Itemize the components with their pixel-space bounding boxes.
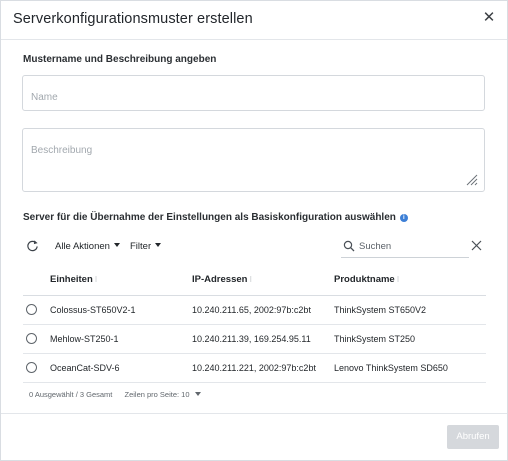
dialog-title: Serverkonfigurationsmuster erstellen bbox=[13, 11, 253, 27]
apply-button[interactable]: Abrufen bbox=[447, 425, 499, 449]
create-pattern-dialog: Serverkonfigurationsmuster erstellen ✕ M… bbox=[0, 0, 508, 461]
search-input[interactable] bbox=[359, 238, 464, 254]
device-name-cell: Mehlow-ST250-1 bbox=[50, 333, 119, 344]
all-actions-menu[interactable]: Alle Aktionen bbox=[55, 241, 120, 252]
device-name-cell: OceanCat-SDV-6 bbox=[50, 362, 120, 373]
column-header-devices[interactable]: Einheiten ⁝ bbox=[50, 265, 192, 295]
row-select-radio[interactable] bbox=[26, 362, 37, 374]
chevron-down-icon bbox=[155, 243, 162, 247]
ip-address-cell: 10.240.211.221, 2002:97b:c2bt bbox=[192, 362, 316, 373]
description-field[interactable]: Beschreibung bbox=[22, 128, 485, 192]
ip-address-cell: 10.240.211.39, 169.254.95.11 bbox=[192, 333, 311, 344]
table-row[interactable]: OceanCat-SDV-6 10.240.211.221, 2002:97b:… bbox=[23, 353, 486, 382]
info-icon[interactable]: i bbox=[399, 214, 408, 222]
pattern-section-heading: Mustername und Beschreibung angeben bbox=[23, 54, 217, 65]
server-table: Einheiten ⁝ IP-Adressen ⁝ Produktname ⁝ Col… bbox=[23, 265, 486, 383]
dialog-footer-divider bbox=[1, 413, 507, 414]
filter-label: Filter bbox=[130, 241, 152, 252]
chevron-down-icon bbox=[113, 243, 120, 247]
description-placeholder: Beschreibung bbox=[31, 145, 93, 156]
search-box bbox=[341, 236, 469, 258]
refresh-icon[interactable] bbox=[26, 239, 39, 252]
all-actions-label: Alle Aktionen bbox=[55, 241, 110, 252]
filter-menu[interactable]: Filter bbox=[130, 241, 162, 252]
close-icon[interactable]: ✕ bbox=[481, 10, 497, 26]
table-footer: 0 Ausgewählt / 3 Gesamt Zeilen pro Seite… bbox=[29, 390, 201, 399]
product-name-cell: Lenovo ThinkSystem SD650 bbox=[334, 362, 448, 373]
column-header-ip[interactable]: IP-Adressen ⁝ bbox=[192, 265, 334, 295]
rows-per-page-select[interactable]: Zeilen pro Seite: 10 bbox=[124, 390, 201, 399]
product-name-cell: ThinkSystem ST250 bbox=[334, 333, 416, 344]
server-section-heading: Server für die Übernahme der Einstellung… bbox=[23, 212, 408, 223]
column-header-product[interactable]: Produktname ⁝ bbox=[334, 265, 486, 295]
dialog-header: Serverkonfigurationsmuster erstellen ✕ bbox=[1, 1, 507, 40]
row-select-radio[interactable] bbox=[26, 333, 37, 345]
select-column-header bbox=[23, 265, 50, 295]
selection-status: 0 Ausgewählt / 3 Gesamt bbox=[29, 390, 113, 399]
device-name-cell: Colossus-ST650V2-1 bbox=[50, 304, 136, 315]
ip-address-cell: 10.240.211.65, 2002:97b:c2bt bbox=[192, 304, 311, 315]
sort-icon: ⁝ bbox=[94, 275, 98, 285]
name-placeholder: Name bbox=[31, 92, 58, 103]
row-select-radio[interactable] bbox=[26, 304, 37, 316]
clear-icon[interactable] bbox=[471, 240, 482, 251]
table-toolbar: Alle Aktionen Filter bbox=[23, 236, 487, 258]
product-name-cell: ThinkSystem ST650V2 bbox=[334, 304, 427, 315]
sort-icon: ⁝ bbox=[396, 275, 400, 285]
sort-icon: ⁝ bbox=[249, 275, 252, 285]
name-field[interactable]: Name bbox=[22, 75, 485, 111]
chevron-down-icon bbox=[194, 392, 201, 396]
server-section-heading-text: Server für die Übernahme der Einstellung… bbox=[23, 212, 396, 223]
resize-grip-icon[interactable] bbox=[466, 174, 478, 186]
table-row[interactable]: Colossus-ST650V2-1 10.240.211.65, 2002:9… bbox=[23, 295, 486, 324]
table-header-row: Einheiten ⁝ IP-Adressen ⁝ Produktname ⁝ bbox=[23, 265, 486, 295]
table-row[interactable]: Mehlow-ST250-1 10.240.211.39, 169.254.95… bbox=[23, 324, 486, 353]
search-icon bbox=[343, 240, 355, 252]
